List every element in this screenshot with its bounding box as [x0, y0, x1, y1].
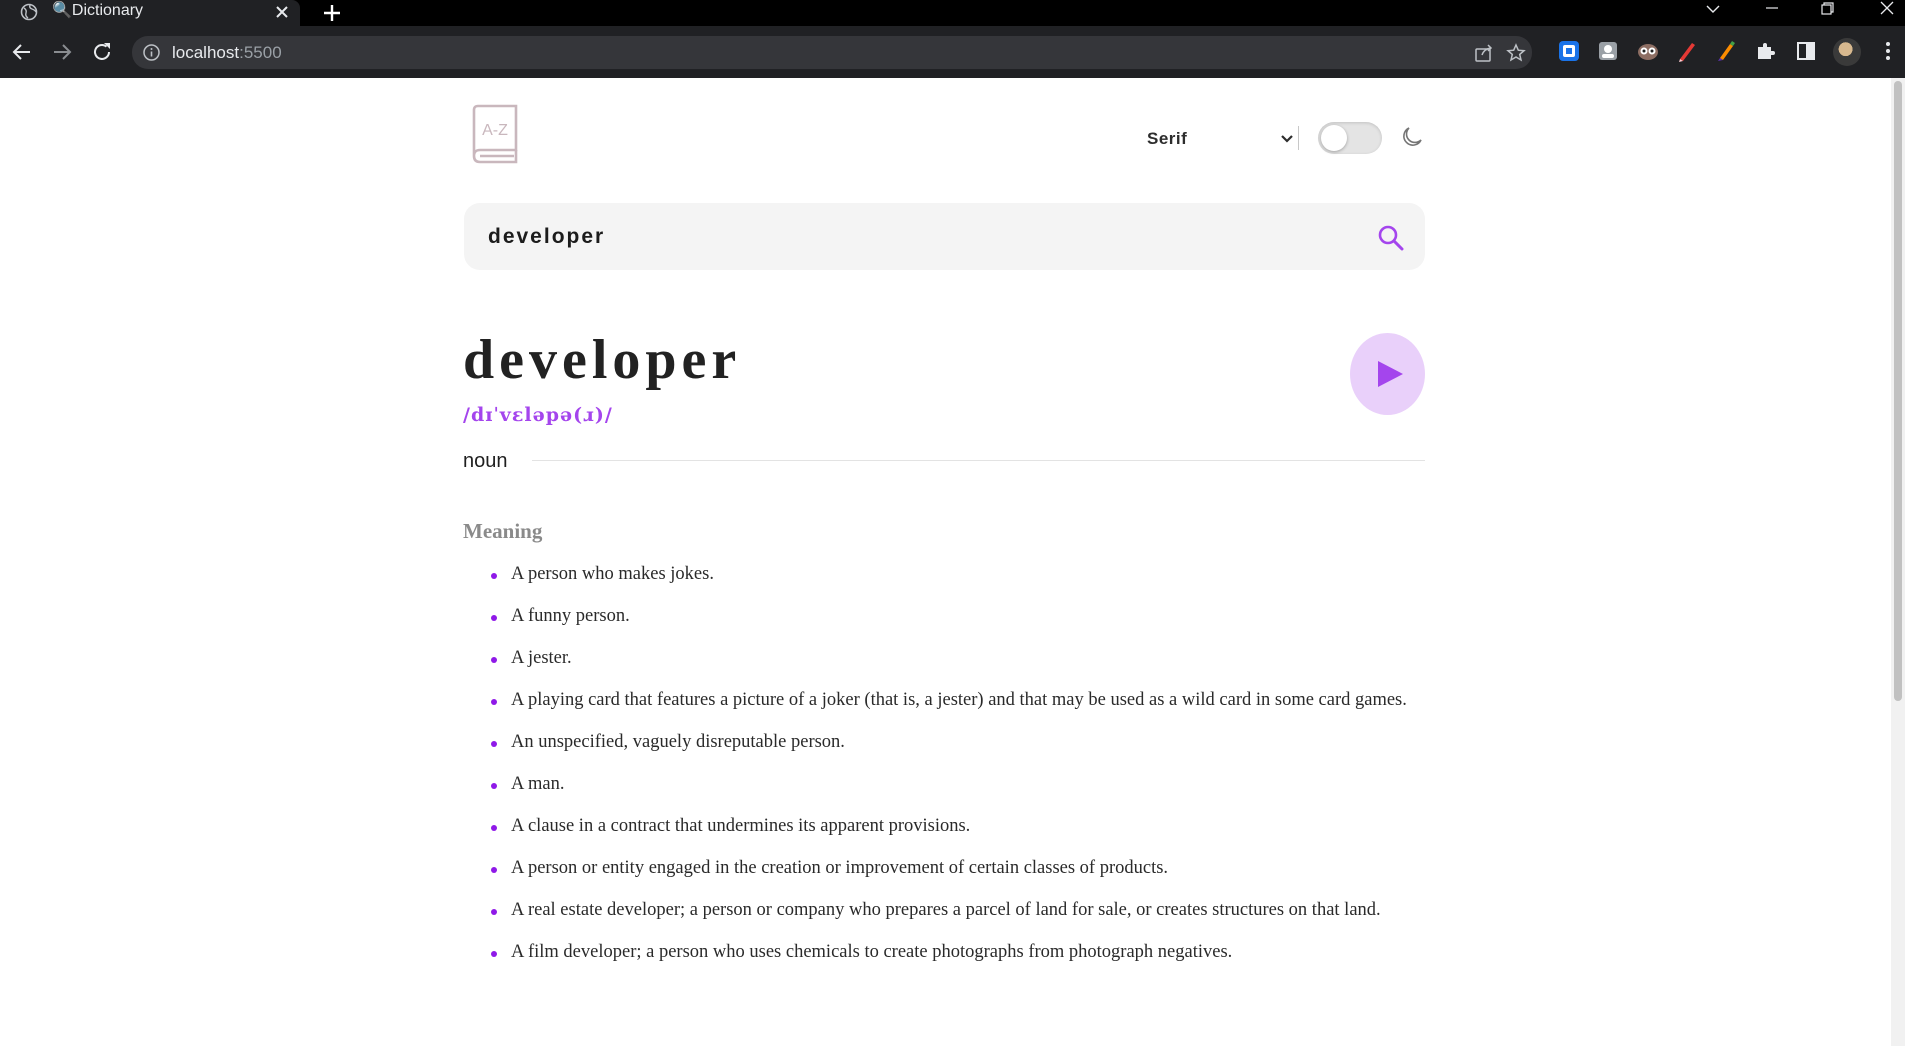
extension-shield-icon[interactable]: [1557, 39, 1581, 63]
reload-icon[interactable]: [90, 40, 114, 64]
profile-avatar[interactable]: [1833, 38, 1861, 66]
definition-item: A jester.: [463, 647, 1425, 670]
url-port: :5500: [239, 43, 282, 62]
window-close-icon[interactable]: [1867, 0, 1905, 20]
extension-clipboard-icon[interactable]: [1596, 39, 1620, 63]
bullet-dot: [491, 699, 497, 705]
theme-toggle[interactable]: [1318, 122, 1382, 154]
restore-icon[interactable]: [1807, 0, 1847, 20]
definition-item: A playing card that features a picture o…: [463, 689, 1425, 712]
globe-icon: [20, 3, 38, 21]
search-input[interactable]: [488, 213, 1338, 260]
definitions-list: A person who makes jokes. A funny person…: [463, 563, 1425, 983]
definition-text: An unspecified, vaguely disreputable per…: [511, 732, 845, 752]
extension-pen-icon[interactable]: [1675, 39, 1699, 63]
definition-text: A funny person.: [511, 606, 630, 626]
address-bar[interactable]: localhost:5500: [132, 36, 1532, 69]
font-select-value: Serif: [1147, 129, 1188, 148]
bullet-dot: [491, 825, 497, 831]
toggle-knob: [1321, 125, 1347, 151]
extensions-puzzle-icon[interactable]: [1754, 39, 1778, 63]
svg-text:A-Z: A-Z: [482, 122, 508, 139]
definition-item: An unspecified, vaguely disreputable per…: [463, 731, 1425, 754]
share-icon[interactable]: [1474, 43, 1494, 63]
bullet-dot: [491, 783, 497, 789]
definition-text: A person who makes jokes.: [511, 564, 714, 584]
close-tab-icon[interactable]: [272, 2, 292, 22]
bullet-dot: [491, 909, 497, 915]
definition-item: A person who makes jokes.: [463, 563, 1425, 586]
tab-search-chevron-icon[interactable]: [1693, 0, 1733, 20]
entry-phonetic: /dɪˈvɛləpə(ɹ)/: [463, 404, 613, 426]
font-family-select[interactable]: Serif: [1140, 128, 1295, 150]
entry-word: developer: [463, 329, 742, 391]
definition-text: A man.: [511, 774, 565, 794]
bookmark-star-icon[interactable]: [1506, 43, 1526, 63]
site-info-icon[interactable]: [142, 43, 161, 62]
forward-arrow-icon[interactable]: [50, 40, 74, 64]
browser-tab-strip: 🔍Dictionary: [0, 0, 1905, 26]
side-panel-icon[interactable]: [1794, 39, 1818, 63]
part-of-speech-divider: [532, 460, 1425, 461]
bullet-dot: [491, 741, 497, 747]
definition-item: A person or entity engaged in the creati…: [463, 857, 1425, 880]
extension-color-picker-icon[interactable]: [1714, 39, 1738, 63]
dictionary-book-logo-icon: A-Z: [472, 104, 518, 164]
header-divider: [1298, 126, 1299, 150]
extension-owl-icon[interactable]: [1636, 39, 1660, 63]
browser-tab[interactable]: 🔍Dictionary: [0, 0, 300, 26]
back-arrow-icon[interactable]: [10, 40, 34, 64]
search-icon[interactable]: [1377, 224, 1405, 252]
play-pronunciation-button[interactable]: [1350, 333, 1425, 415]
scrollbar-thumb[interactable]: [1894, 81, 1902, 701]
page-scrollbar[interactable]: [1891, 78, 1905, 1046]
definition-item: A real estate developer; a person or com…: [463, 899, 1425, 922]
bullet-dot: [491, 951, 497, 957]
definition-text: A playing card that features a picture o…: [511, 690, 1407, 710]
definition-text: A person or entity engaged in the creati…: [511, 858, 1169, 878]
definition-item: A man.: [463, 773, 1425, 796]
part-of-speech: noun: [463, 450, 508, 472]
bullet-dot: [491, 657, 497, 663]
definition-item: A clause in a contract that undermines i…: [463, 815, 1425, 838]
definition-text: A jester.: [511, 648, 572, 668]
bullet-dot: [491, 867, 497, 873]
definition-text: A film developer; a person who uses chem…: [511, 942, 1233, 962]
new-tab-plus-icon[interactable]: [320, 1, 344, 25]
play-icon: [1378, 361, 1403, 387]
definition-item: A film developer; a person who uses chem…: [463, 941, 1425, 964]
definition-item: A funny person.: [463, 605, 1425, 628]
bullet-dot: [491, 615, 497, 621]
tab-title: 🔍Dictionary: [52, 2, 144, 19]
meaning-heading: Meaning: [463, 519, 543, 543]
chevron-down-icon: [1281, 135, 1293, 143]
browser-toolbar: localhost:5500: [0, 26, 1905, 78]
search-bar: [464, 203, 1425, 270]
minimize-icon[interactable]: [1752, 0, 1792, 20]
definition-text: A clause in a contract that undermines i…: [511, 816, 971, 836]
page-viewport: A-Z Serif developer /dɪˈvɛləpə(ɹ)/ noun …: [0, 78, 1905, 1046]
url-host: localhost: [172, 43, 240, 62]
definition-text: A real estate developer; a person or com…: [511, 900, 1381, 920]
url-text: localhost:5500: [172, 43, 282, 63]
browser-menu-kebab-icon[interactable]: [1876, 39, 1900, 63]
moon-icon: [1403, 127, 1422, 146]
bullet-dot: [491, 573, 497, 579]
